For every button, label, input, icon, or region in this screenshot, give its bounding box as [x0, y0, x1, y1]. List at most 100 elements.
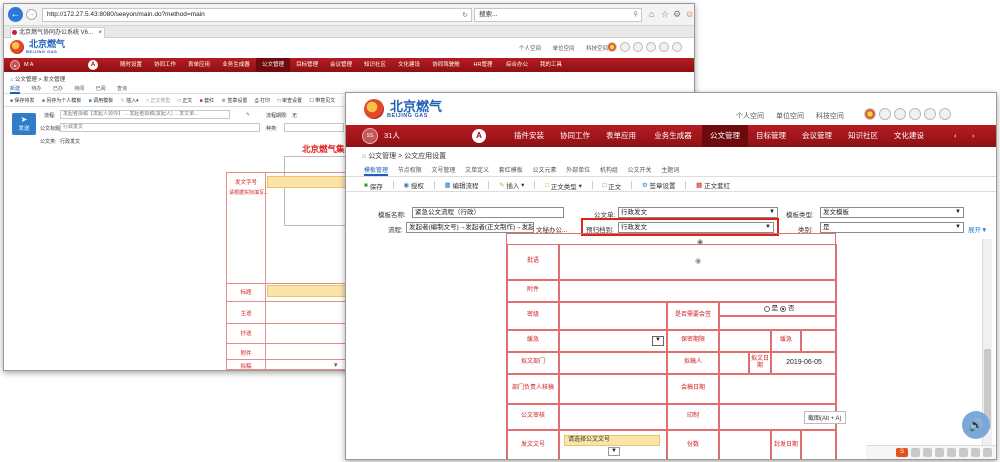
doc-title-field[interactable]: 行政发文: [60, 123, 260, 132]
edit-flow-button[interactable]: ▦ 编辑流程: [444, 180, 478, 190]
radio-no[interactable]: [780, 306, 786, 312]
body-button[interactable]: □ 正文: [178, 97, 192, 105]
title-field[interactable]: [267, 285, 347, 297]
menu-item[interactable]: 目标管理: [290, 58, 324, 72]
browser-search-input[interactable]: 搜索... ⚲: [474, 8, 642, 22]
tray-icon[interactable]: [911, 448, 920, 457]
back-icon[interactable]: [633, 42, 643, 52]
power-icon[interactable]: [672, 42, 682, 52]
sound-icon[interactable]: 🔊: [962, 411, 990, 439]
dropdown-arrow-icon[interactable]: ▾: [334, 361, 338, 369]
link-personal-space[interactable]: 个人空间: [736, 113, 764, 120]
route-select[interactable]: 行政发文 ▼: [618, 222, 774, 233]
input-method-icon[interactable]: S: [896, 448, 908, 457]
tab-done[interactable]: 已办: [53, 85, 63, 92]
attachment-field[interactable]: [559, 280, 837, 302]
menu-item[interactable]: 协同工作: [148, 58, 182, 72]
body-type-button[interactable]: □ 正文类型 ▾: [545, 181, 582, 191]
app-icon[interactable]: [607, 42, 617, 52]
radio-yes[interactable]: [763, 306, 770, 312]
avatar[interactable]: SS: [362, 128, 378, 144]
draft-date-value[interactable]: 2019-06-05: [771, 352, 837, 374]
menu-item[interactable]: 业务生成器: [216, 58, 256, 72]
countersign-radio[interactable]: 是 否: [719, 302, 837, 316]
forward-icon[interactable]: [909, 108, 921, 120]
urgency-value[interactable]: [801, 330, 837, 352]
tab-read[interactable]: 已阅: [96, 85, 106, 92]
gear-icon[interactable]: ⚙: [673, 9, 681, 20]
menu-item[interactable]: 文化建设: [392, 58, 426, 72]
menu-item[interactable]: 表单应用: [598, 125, 644, 147]
tray-icon[interactable]: [983, 448, 992, 457]
back-icon[interactable]: [894, 108, 906, 120]
forward-icon[interactable]: [646, 42, 656, 52]
tab-doc-switch[interactable]: 公文开关: [628, 165, 652, 174]
tray-icon[interactable]: [971, 448, 980, 457]
template-name-input[interactable]: 紧急公文流程（行政）: [412, 207, 564, 218]
tray-icon[interactable]: [923, 448, 932, 457]
tab-org-group[interactable]: 机构组: [600, 165, 618, 174]
tray-icon[interactable]: [959, 448, 968, 457]
save-button[interactable]: ■ 保存: [364, 181, 383, 191]
menu-item[interactable]: 协同驾驶舱: [426, 58, 466, 72]
category-select[interactable]: 是 ▼: [820, 222, 964, 233]
tray-icon[interactable]: [947, 448, 956, 457]
review-settings-button[interactable]: □ 审查设置: [278, 97, 302, 105]
signature-settings-button[interactable]: ⚙ 签章设置: [642, 180, 676, 190]
search-icon[interactable]: ⚲: [633, 9, 638, 21]
refresh-icon[interactable]: ↻: [462, 10, 468, 22]
body-type-button[interactable]: □ 正文类型: [146, 97, 170, 105]
edit-flow-link[interactable]: ✎: [246, 112, 250, 118]
authorize-button[interactable]: ◉ 授权: [403, 180, 423, 190]
insert-button[interactable]: ✎ 插入 ▾: [499, 180, 524, 190]
menu-item[interactable]: HR管理: [466, 58, 500, 72]
menu-item-active[interactable]: 公文管理: [256, 58, 290, 72]
tab-red-template[interactable]: 套红模板: [499, 165, 523, 174]
menu-item[interactable]: 会议管理: [794, 125, 840, 147]
doc-form-select[interactable]: 行政发文 ▼: [618, 207, 778, 218]
doc-number-input[interactable]: 请选择公文文号: [564, 435, 660, 446]
send-button[interactable]: ➤ 发送: [12, 113, 36, 135]
menu-item-active[interactable]: 公文管理: [702, 125, 748, 147]
seal-date-field[interactable]: [801, 430, 837, 459]
drafter-field[interactable]: [719, 352, 749, 374]
urgency-select[interactable]: ▼: [559, 330, 667, 352]
menu-item[interactable]: 综合办公: [500, 58, 534, 72]
menu-item[interactable]: 随时设置: [114, 58, 148, 72]
menu-prev-icon[interactable]: ‹: [954, 125, 957, 147]
flow-field[interactable]: 发起者拟稿【发起人领导】→ 发起者拟稿(发起人)→ 发文单...: [60, 110, 230, 119]
browser-tab[interactable]: 北京燃气协同办公系统 V6... ×: [10, 27, 105, 38]
link-personal-space[interactable]: 个人空间: [519, 46, 541, 52]
tab-form-define[interactable]: 文单定义: [465, 165, 489, 174]
user-count[interactable]: 31人: [384, 125, 400, 147]
with-opinion-checkbox[interactable]: ☐ 带意见文: [309, 97, 335, 105]
dept-review-field[interactable]: [559, 374, 667, 404]
doc-number-field[interactable]: [267, 176, 347, 188]
user-name[interactable]: M A: [24, 58, 33, 72]
message-icon[interactable]: [879, 108, 891, 120]
secret-period-field[interactable]: [719, 330, 771, 352]
menu-item[interactable]: 目标管理: [748, 125, 794, 147]
home-icon[interactable]: ⌂: [649, 9, 654, 19]
menu-item[interactable]: 插件安装: [506, 125, 552, 147]
tab-new[interactable]: 新建: [10, 85, 21, 94]
file-type-field[interactable]: [284, 123, 344, 132]
body-button[interactable]: □ 正文: [603, 181, 622, 191]
body-red-button[interactable]: ▦ 正文套红: [696, 180, 730, 190]
tab-toread[interactable]: 待阅: [74, 85, 84, 92]
copies-field[interactable]: [719, 430, 771, 459]
flow-input[interactable]: 发起者(编制文号)→发起者(正文制作)→发起者: [406, 222, 534, 233]
tab-node-permission[interactable]: 节点权限: [398, 165, 422, 174]
star-icon[interactable]: ☆: [661, 9, 669, 20]
message-icon[interactable]: [620, 42, 630, 52]
a-icon[interactable]: A: [472, 129, 486, 143]
power-icon[interactable]: [939, 108, 951, 120]
save-draft-button[interactable]: ■ 保存待发: [10, 97, 34, 105]
avatar[interactable]: ●: [10, 60, 20, 70]
tab-template-manage[interactable]: 模板管理: [364, 165, 389, 176]
link-unit-space[interactable]: 单位空间: [776, 113, 804, 120]
settings-icon[interactable]: [924, 108, 936, 120]
tab-number-manage[interactable]: 文号管理: [431, 165, 455, 174]
signature-settings-button[interactable]: ⚙ 签章设置: [221, 97, 247, 105]
settings-icon[interactable]: [659, 42, 669, 52]
